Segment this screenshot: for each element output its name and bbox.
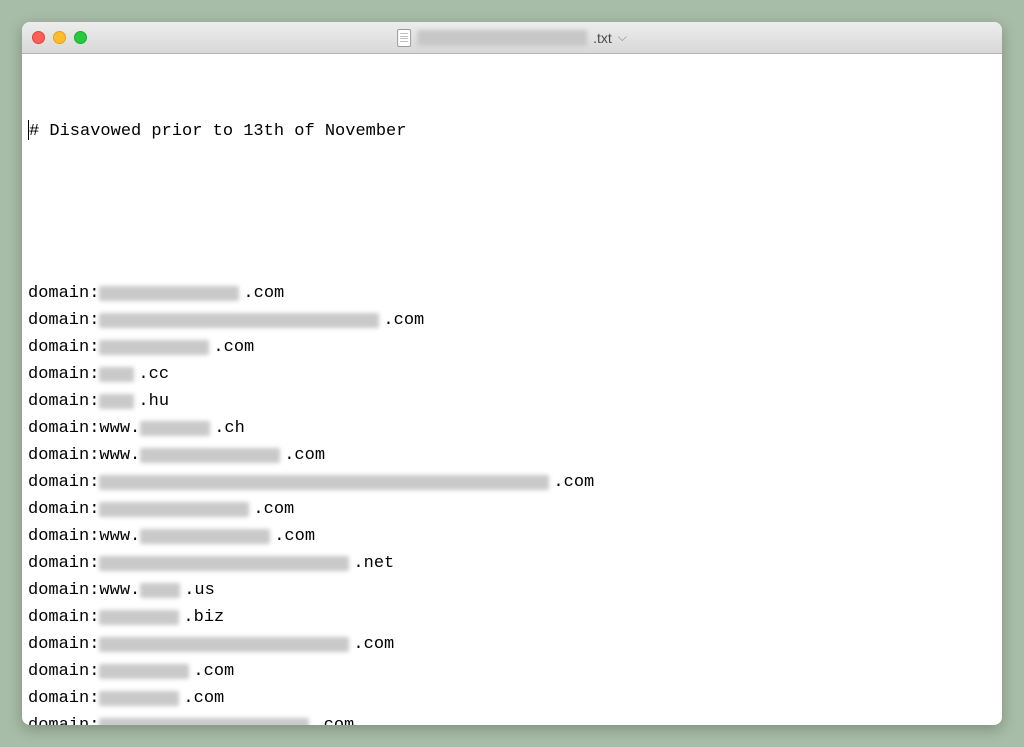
domain-prefix: domain:	[28, 307, 99, 334]
domain-line: domain: .biz	[28, 604, 996, 631]
domain-prefix: domain:	[28, 334, 99, 361]
domain-suffix: .com	[553, 469, 594, 496]
domain-prefix: domain:	[28, 685, 99, 712]
close-button[interactable]	[32, 31, 45, 44]
domain-subprefix: www.	[99, 442, 140, 469]
domain-line: domain: .com	[28, 307, 996, 334]
domain-suffix: .cc	[138, 361, 169, 388]
chevron-down-icon[interactable]: ⌵	[618, 30, 627, 45]
window-title[interactable]: .txt ⌵	[397, 29, 627, 47]
domain-redacted	[99, 556, 349, 571]
domain-prefix: domain:	[28, 577, 99, 604]
domain-redacted	[99, 394, 134, 409]
domain-redacted	[140, 448, 280, 463]
domain-suffix: .com	[284, 442, 325, 469]
domain-redacted	[99, 340, 209, 355]
blank-line	[28, 199, 996, 226]
text-cursor	[28, 120, 29, 140]
filename-suffix: .txt	[593, 30, 612, 46]
domain-suffix: .ch	[214, 415, 245, 442]
domain-line: domain:www. .ch	[28, 415, 996, 442]
domain-redacted	[99, 610, 179, 625]
domain-redacted	[99, 502, 249, 517]
domain-redacted	[99, 475, 549, 490]
comment-line: # Disavowed prior to 13th of November	[28, 118, 996, 145]
domain-line: domain: .com	[28, 469, 996, 496]
domain-redacted	[99, 664, 189, 679]
domain-line: domain: .com	[28, 712, 996, 725]
titlebar[interactable]: .txt ⌵	[22, 22, 1002, 54]
domain-line: domain:www. .com	[28, 523, 996, 550]
domain-redacted	[140, 583, 180, 598]
domain-redacted	[140, 421, 210, 436]
domain-line: domain: .hu	[28, 388, 996, 415]
comment-text: # Disavowed prior to 13th of November	[29, 118, 406, 145]
domain-suffix: .com	[253, 496, 294, 523]
domain-line: domain: .com	[28, 658, 996, 685]
domain-redacted	[99, 313, 379, 328]
domain-suffix: .com	[243, 280, 284, 307]
domain-line: domain: .com	[28, 334, 996, 361]
domain-redacted	[140, 529, 270, 544]
text-editor-content[interactable]: # Disavowed prior to 13th of November do…	[22, 54, 1002, 725]
filename-redacted	[417, 30, 587, 46]
domain-redacted	[99, 691, 179, 706]
domain-redacted	[99, 637, 349, 652]
domain-suffix: .com	[183, 685, 224, 712]
domain-line: domain:www. .us	[28, 577, 996, 604]
domain-suffix: .com	[193, 658, 234, 685]
domain-suffix: .net	[353, 550, 394, 577]
domain-redacted	[99, 367, 134, 382]
domain-line: domain: .com	[28, 631, 996, 658]
domain-prefix: domain:	[28, 442, 99, 469]
domain-suffix: .com	[213, 334, 254, 361]
domain-line: domain: .com	[28, 280, 996, 307]
domain-suffix: .biz	[183, 604, 224, 631]
domain-line: domain: .cc	[28, 361, 996, 388]
domain-redacted	[99, 286, 239, 301]
domain-line: domain:www. .com	[28, 442, 996, 469]
domain-prefix: domain:	[28, 388, 99, 415]
domain-prefix: domain:	[28, 658, 99, 685]
document-icon	[397, 29, 411, 47]
zoom-button[interactable]	[74, 31, 87, 44]
traffic-lights	[32, 31, 87, 44]
minimize-button[interactable]	[53, 31, 66, 44]
domain-prefix: domain:	[28, 469, 99, 496]
domain-prefix: domain:	[28, 280, 99, 307]
domain-subprefix: www.	[99, 415, 140, 442]
domain-line: domain: .com	[28, 685, 996, 712]
domain-prefix: domain:	[28, 631, 99, 658]
domain-prefix: domain:	[28, 523, 99, 550]
domain-suffix: .com	[313, 712, 354, 725]
domain-prefix: domain:	[28, 550, 99, 577]
domain-redacted	[99, 718, 309, 725]
domain-line: domain: .com	[28, 496, 996, 523]
domain-suffix: .us	[184, 577, 215, 604]
domain-subprefix: www.	[99, 523, 140, 550]
domain-subprefix: www.	[99, 577, 140, 604]
domain-prefix: domain:	[28, 604, 99, 631]
domain-suffix: .hu	[138, 388, 169, 415]
domain-line: domain: .net	[28, 550, 996, 577]
domain-prefix: domain:	[28, 496, 99, 523]
domain-suffix: .com	[383, 307, 424, 334]
app-window: .txt ⌵ # Disavowed prior to 13th of Nove…	[22, 22, 1002, 725]
domain-suffix: .com	[353, 631, 394, 658]
domain-prefix: domain:	[28, 361, 99, 388]
domain-prefix: domain:	[28, 712, 99, 725]
domain-suffix: .com	[274, 523, 315, 550]
domain-prefix: domain:	[28, 415, 99, 442]
